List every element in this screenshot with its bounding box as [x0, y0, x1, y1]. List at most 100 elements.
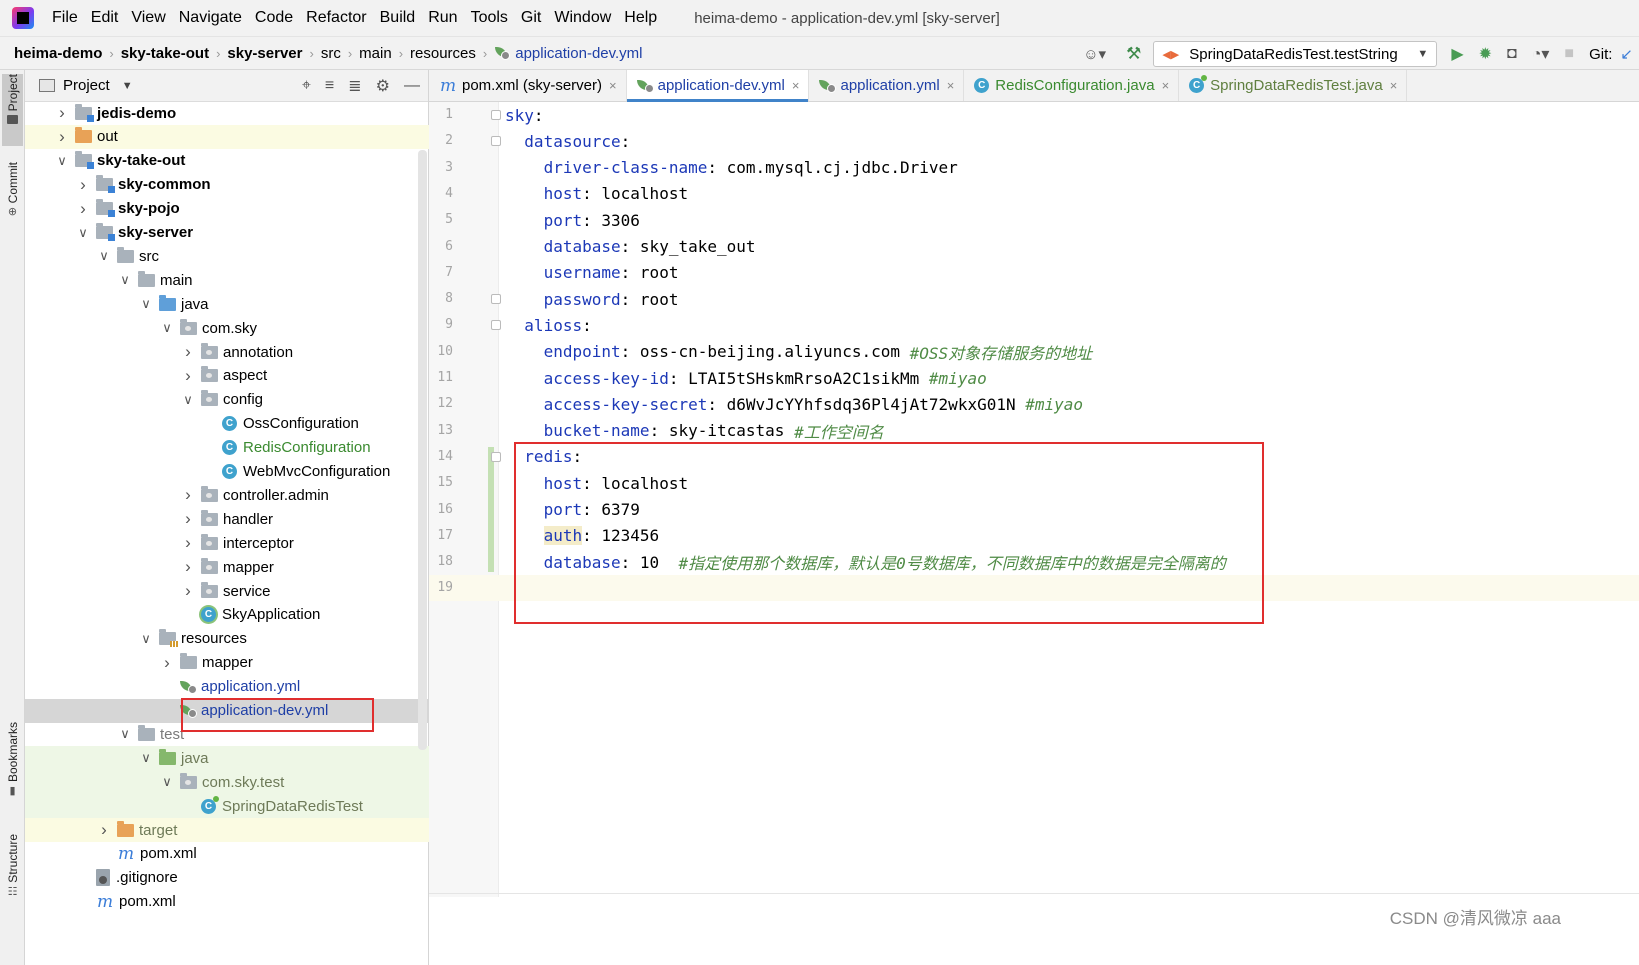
chevron-down-icon[interactable]: ∨ — [139, 750, 153, 766]
run-configuration-select[interactable]: ◀▶ SpringDataRedisTest.testString ▼ — [1153, 41, 1438, 67]
tree-item[interactable]: ∨ com.sky — [25, 316, 429, 340]
chevron-right-icon[interactable]: › — [181, 557, 195, 577]
menu-code[interactable]: Code — [255, 9, 293, 27]
coverage-icon[interactable]: ◘ — [1507, 45, 1517, 63]
structure-tool-tab[interactable]: Structure ☷ — [2, 834, 23, 914]
breadcrumb-item[interactable]: heima-demo — [14, 45, 102, 62]
chevron-down-icon[interactable]: ∨ — [97, 248, 111, 264]
fold-marker-icon[interactable] — [491, 294, 501, 305]
tree-item[interactable]: › sky-pojo — [25, 197, 429, 221]
locate-file-icon[interactable]: ⌖ — [302, 77, 311, 95]
tree-item[interactable]: ∨ config — [25, 388, 429, 412]
tree-item[interactable]: ›mpom.xml — [25, 890, 429, 914]
tree-scrollbar[interactable] — [418, 150, 427, 750]
close-icon[interactable]: × — [609, 78, 617, 93]
collapse-all-icon[interactable]: ≣ — [348, 76, 361, 96]
close-icon[interactable]: × — [1390, 78, 1398, 93]
project-tool-tab[interactable]: Project — [2, 74, 23, 146]
chevron-down-icon[interactable]: ∨ — [139, 296, 153, 312]
tree-item[interactable]: ›application.yml — [25, 675, 429, 699]
menu-edit[interactable]: Edit — [91, 9, 119, 27]
chevron-down-icon[interactable]: ∨ — [160, 774, 174, 790]
tree-item[interactable]: › interceptor — [25, 531, 429, 555]
chevron-right-icon[interactable]: › — [55, 103, 69, 123]
menu-navigate[interactable]: Navigate — [179, 9, 242, 27]
tree-item[interactable]: ›.gitignore — [25, 866, 429, 890]
fold-marker-icon[interactable] — [491, 110, 501, 120]
fold-marker-icon[interactable] — [491, 451, 501, 462]
tree-item[interactable]: › sky-common — [25, 173, 429, 197]
breadcrumb-item[interactable]: main — [359, 45, 392, 62]
hide-panel-icon[interactable]: — — [404, 77, 420, 95]
chevron-right-icon[interactable]: › — [97, 820, 111, 840]
close-icon[interactable]: × — [1162, 78, 1170, 93]
tree-item[interactable]: ∨ com.sky.test — [25, 770, 429, 795]
tree-item[interactable]: › annotation — [25, 340, 429, 364]
chevron-right-icon[interactable]: › — [160, 653, 174, 673]
commit-tool-tab[interactable]: Commit ⊕ — [2, 162, 23, 234]
profile-icon[interactable]: ◔▾ — [1532, 44, 1550, 64]
chevron-right-icon[interactable]: › — [76, 199, 90, 219]
menu-build[interactable]: Build — [380, 9, 416, 27]
menu-git[interactable]: Git — [521, 9, 541, 27]
tree-item[interactable]: ›CSkyApplication — [25, 603, 429, 627]
menu-run[interactable]: Run — [428, 9, 457, 27]
close-icon[interactable]: × — [792, 78, 800, 93]
chevron-right-icon[interactable]: › — [181, 533, 195, 553]
expand-all-icon[interactable]: ≡ — [325, 77, 334, 95]
tree-item[interactable]: › target — [25, 818, 429, 842]
tree-item[interactable]: › service — [25, 579, 429, 603]
tree-item[interactable]: › mapper — [25, 651, 429, 675]
chevron-down-icon[interactable]: ∨ — [160, 320, 174, 336]
chevron-down-icon[interactable]: ∨ — [55, 153, 69, 169]
menu-tools[interactable]: Tools — [471, 9, 508, 27]
tree-item[interactable]: ›CRedisConfiguration — [25, 436, 429, 460]
user-icon[interactable]: ☺▾ — [1083, 45, 1106, 63]
build-hammer-icon[interactable]: ⚒ — [1126, 44, 1141, 64]
editor-tab[interactable]: application-dev.yml × — [626, 70, 810, 102]
menu-window[interactable]: Window — [554, 9, 611, 27]
fold-marker-icon[interactable] — [491, 136, 501, 147]
chevron-right-icon[interactable]: › — [181, 485, 195, 505]
menu-refactor[interactable]: Refactor — [306, 9, 366, 27]
tree-item[interactable]: ›CWebMvcConfiguration — [25, 460, 429, 484]
chevron-down-icon[interactable]: ∨ — [181, 392, 195, 408]
breadcrumb-item[interactable]: sky-take-out — [121, 45, 209, 62]
run-icon[interactable]: ▶ — [1451, 44, 1463, 64]
fold-marker-icon[interactable] — [491, 320, 501, 331]
chevron-down-icon[interactable]: ▼ — [122, 80, 133, 92]
editor-tab[interactable]: C SpringDataRedisTest.java × — [1179, 70, 1408, 101]
tree-item[interactable]: ∨ main — [25, 268, 429, 292]
tree-item[interactable]: ›COssConfiguration — [25, 412, 429, 436]
menu-file[interactable]: File — [52, 9, 78, 27]
chevron-down-icon[interactable]: ∨ — [118, 726, 132, 742]
chevron-right-icon[interactable]: › — [181, 342, 195, 362]
tree-item[interactable]: ∨ resources — [25, 627, 429, 651]
tree-item[interactable]: › aspect — [25, 364, 429, 388]
debug-icon[interactable]: ✹ — [1479, 44, 1492, 64]
chevron-right-icon[interactable]: › — [181, 509, 195, 529]
tree-item[interactable]: ›CSpringDataRedisTest — [25, 794, 429, 819]
stop-icon[interactable]: ■ — [1564, 45, 1574, 63]
tree-item[interactable]: ∨ sky-server — [25, 221, 429, 245]
gear-icon[interactable]: ⚙ — [376, 76, 390, 96]
chevron-down-icon[interactable]: ∨ — [139, 631, 153, 647]
editor-tab[interactable]: application.yml × — [809, 70, 965, 101]
breadcrumb-item[interactable]: sky-server — [227, 45, 302, 62]
editor-tab[interactable]: m pom.xml (sky-server) × — [429, 70, 627, 101]
git-update-icon[interactable]: ↙ — [1620, 45, 1633, 63]
tree-item[interactable]: › handler — [25, 507, 429, 531]
breadcrumb-item[interactable]: src — [321, 45, 341, 62]
tree-item[interactable]: ›mpom.xml — [25, 842, 429, 866]
close-icon[interactable]: × — [947, 78, 955, 93]
bookmarks-tool-tab[interactable]: Bookmarks ▮ — [2, 722, 23, 814]
tree-item[interactable]: ∨ src — [25, 244, 429, 268]
breadcrumb-item[interactable]: application-dev.yml — [515, 45, 642, 62]
tree-item[interactable]: ∨ sky-take-out — [25, 149, 429, 173]
chevron-right-icon[interactable]: › — [55, 127, 69, 147]
chevron-right-icon[interactable]: › — [181, 581, 195, 601]
tree-item[interactable]: ∨ java — [25, 292, 429, 316]
chevron-right-icon[interactable]: › — [181, 366, 195, 386]
tree-item[interactable]: › jedis-demo — [25, 101, 429, 125]
chevron-down-icon[interactable]: ∨ — [76, 225, 90, 241]
